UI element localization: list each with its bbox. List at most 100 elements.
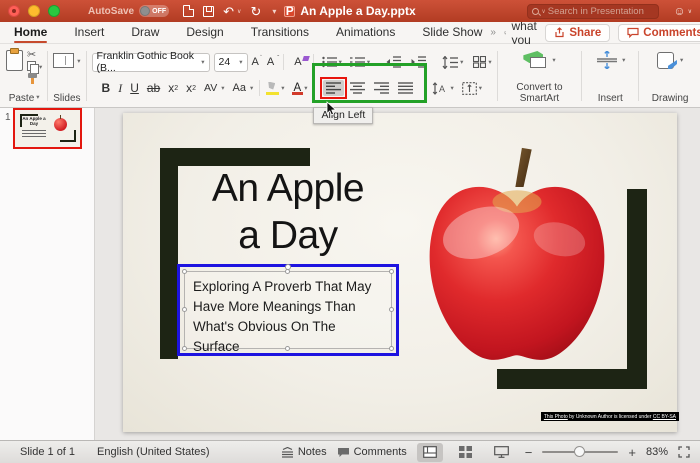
tab-design[interactable]: Design	[186, 22, 223, 43]
font-name-select[interactable]: Franklin Gothic Book (B...▾	[92, 53, 210, 72]
tab-insert[interactable]: Insert	[74, 22, 104, 43]
slideshow-button[interactable]	[489, 443, 515, 462]
autosave-label: AutoSave	[88, 6, 134, 17]
redo-icon[interactable]: ↻	[250, 5, 261, 18]
search-input[interactable]	[548, 6, 655, 17]
attribution-link[interactable]: This Photo	[544, 414, 568, 420]
save-icon[interactable]	[203, 6, 214, 17]
slides-label[interactable]: Slides	[53, 94, 80, 105]
increase-indent-button[interactable]	[409, 54, 428, 70]
underline-button[interactable]: U	[126, 82, 143, 94]
font-size-select[interactable]: 24▾	[214, 53, 248, 72]
character-spacing-button[interactable]: AV	[200, 83, 221, 94]
tab-animations[interactable]: Animations	[336, 22, 395, 43]
align-left-button[interactable]	[323, 80, 344, 96]
minimize-button[interactable]	[28, 5, 40, 17]
attribution-license-link[interactable]: CC BY-SA	[653, 414, 676, 420]
language-indicator[interactable]: English (United States)	[97, 446, 210, 458]
mini-bracket-icon	[60, 130, 76, 142]
smartart-label-1[interactable]: Convert to	[516, 83, 562, 94]
zoom-slider-knob[interactable]	[574, 446, 585, 457]
bold-button[interactable]: B	[98, 82, 115, 94]
decrease-indent-button[interactable]	[384, 54, 403, 70]
corner-bracket-bottom-right	[627, 189, 647, 389]
new-document-icon[interactable]	[183, 5, 194, 17]
italic-button[interactable]: I	[114, 82, 126, 94]
new-slide-icon[interactable]	[53, 53, 74, 68]
clear-formatting-button[interactable]: A	[289, 56, 306, 68]
resize-handle[interactable]	[389, 269, 394, 274]
highlight-color-button[interactable]	[266, 82, 279, 95]
text-direction-button[interactable]: A	[430, 80, 450, 97]
resize-handle[interactable]	[182, 307, 187, 312]
slide-body-textbox[interactable]: Exploring A Proverb That May Have More M…	[193, 277, 393, 357]
change-case-button[interactable]: Aa	[229, 83, 250, 94]
align-text-button[interactable]	[460, 80, 479, 97]
share-button[interactable]: Share	[545, 24, 610, 42]
insert-label[interactable]: Insert	[598, 94, 623, 105]
align-right-button[interactable]	[371, 80, 392, 96]
fullscreen-button[interactable]	[48, 5, 60, 17]
justify-button[interactable]	[395, 80, 416, 96]
comments-button[interactable]: Comments	[618, 24, 700, 42]
convert-to-smartart-icon[interactable]	[523, 51, 549, 69]
resize-handle[interactable]	[182, 269, 187, 274]
zoom-slider[interactable]	[542, 451, 618, 453]
numbering-button[interactable]	[348, 54, 367, 70]
resize-handle[interactable]	[285, 269, 290, 274]
undo-icon[interactable]: ↶	[223, 5, 234, 18]
traffic-lights	[8, 5, 60, 17]
tab-home[interactable]: Home	[14, 22, 47, 43]
columns-button[interactable]	[471, 54, 488, 70]
textbox-selection-frame[interactable]: Exploring A Proverb That May Have More M…	[184, 271, 392, 349]
feedback-menu[interactable]: ☺∨	[673, 4, 692, 18]
search-chevron-icon[interactable]: ∨	[541, 8, 545, 15]
tab-slide-show[interactable]: Slide Show	[422, 22, 482, 43]
paste-label[interactable]: Paste	[9, 94, 35, 105]
photo-attribution[interactable]: This Photo by Unknown Author is licensed…	[541, 412, 679, 421]
line-spacing-button[interactable]	[440, 54, 460, 71]
align-center-button[interactable]	[347, 80, 368, 96]
grow-font-button[interactable]: A＾	[248, 56, 263, 68]
apple-image[interactable]	[419, 141, 615, 367]
notes-icon	[281, 447, 294, 458]
close-button[interactable]	[8, 5, 20, 17]
slide-sorter-button[interactable]	[453, 443, 479, 462]
copy-icon[interactable]	[27, 61, 38, 72]
tab-draw[interactable]: Draw	[131, 22, 159, 43]
slide-canvas[interactable]: An Apple a Day E	[123, 113, 677, 432]
autosave-toggle[interactable]: AutoSave OFF	[88, 5, 169, 17]
zoom-in-button[interactable]: +	[628, 445, 636, 460]
format-painter-icon[interactable]	[27, 73, 39, 84]
slide-thumbnail[interactable]: An Apple a Day	[13, 108, 82, 149]
search-box[interactable]: ∨	[527, 4, 659, 19]
tab-transitions[interactable]: Transitions	[251, 22, 309, 43]
superscript-button[interactable]: x2	[164, 82, 182, 94]
subscript-button[interactable]: x2	[182, 82, 200, 94]
shrink-font-button[interactable]: Aˇ	[263, 56, 278, 68]
paste-icon[interactable]	[6, 50, 23, 71]
slide-title[interactable]: An Apple a Day	[178, 165, 398, 259]
tab-overflow-icon[interactable]: »	[490, 27, 494, 38]
normal-view-button[interactable]	[417, 443, 443, 462]
zoom-out-button[interactable]: −	[525, 445, 533, 460]
drawing-label[interactable]: Drawing	[652, 94, 689, 105]
undo-chevron-icon[interactable]: ∨	[237, 8, 241, 15]
slide-sorter-icon	[459, 446, 472, 458]
customize-toolbar-icon[interactable]: ▾	[272, 7, 276, 16]
smartart-label-2[interactable]: SmartArt	[520, 94, 559, 105]
bullets-button[interactable]	[320, 54, 339, 70]
corner-bracket-top-left	[160, 148, 178, 359]
zoom-level[interactable]: 83%	[646, 446, 668, 458]
resize-handle[interactable]	[182, 346, 187, 351]
autosave-switch[interactable]: OFF	[139, 5, 169, 17]
cut-icon[interactable]: ✂	[27, 49, 42, 60]
comments-toggle[interactable]: Comments	[337, 446, 407, 458]
insert-icon[interactable]	[595, 51, 619, 69]
strikethrough-button[interactable]: ab	[143, 82, 164, 94]
drawing-icon[interactable]	[657, 51, 677, 69]
powerpoint-doc-icon: P	[284, 6, 295, 17]
fit-slide-icon[interactable]	[678, 446, 690, 458]
notes-toggle[interactable]: Notes	[281, 446, 327, 458]
font-color-button[interactable]: A	[291, 82, 305, 94]
